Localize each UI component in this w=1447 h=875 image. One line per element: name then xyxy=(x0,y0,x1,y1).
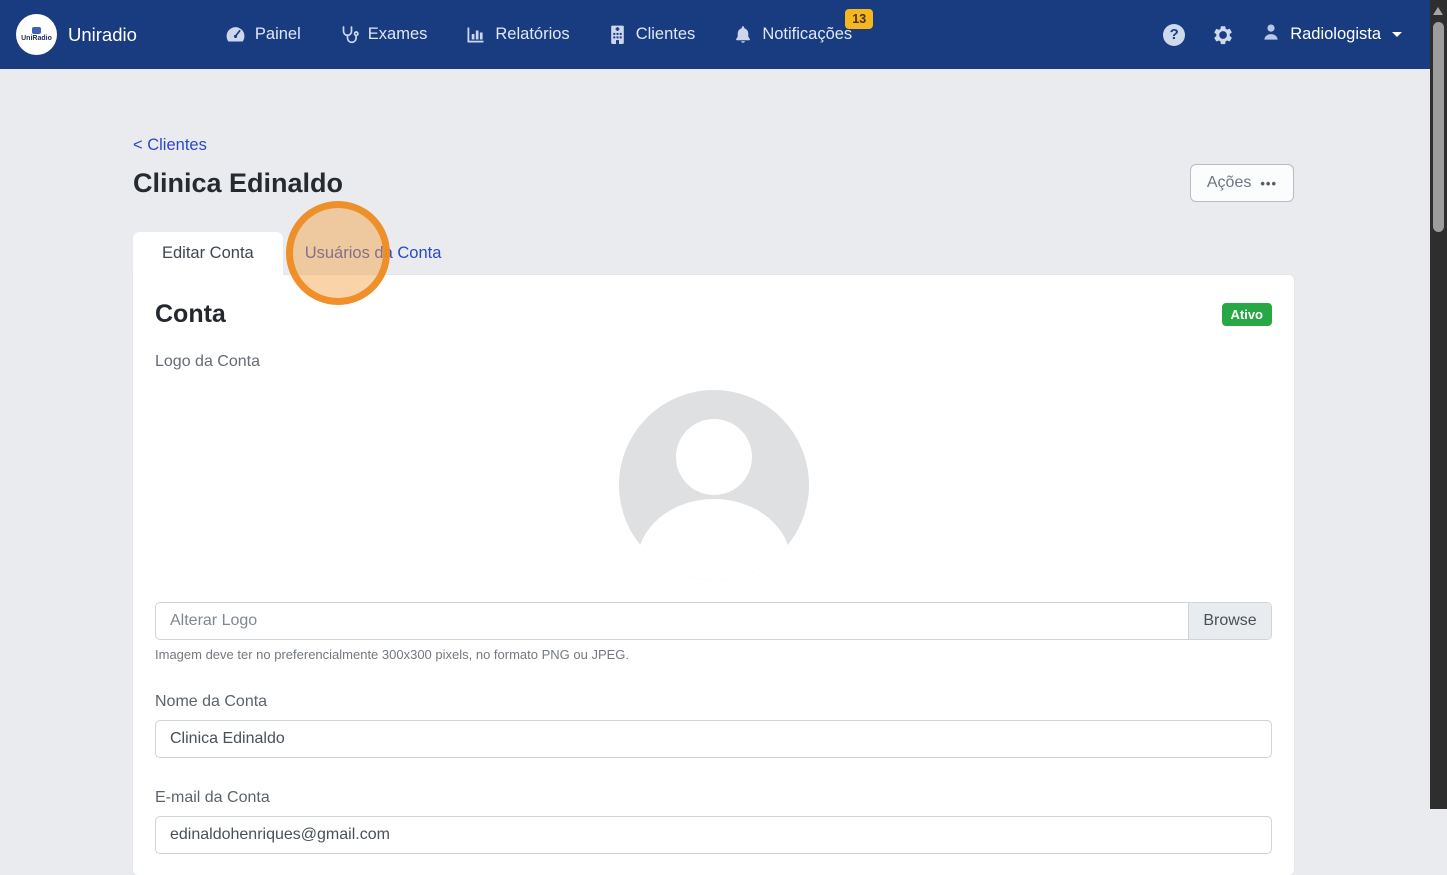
nav-label: Exames xyxy=(368,25,428,44)
nav-label: Clientes xyxy=(636,25,696,44)
nav-item-exames[interactable]: Exames xyxy=(339,24,428,45)
stethoscope-icon xyxy=(339,24,359,45)
nav-label: Relatórios xyxy=(495,25,569,44)
nav-label: Notificações 13 xyxy=(762,25,852,44)
account-card: Conta Ativo Logo da Conta Browse Imagem … xyxy=(133,275,1294,875)
avatar-body-icon xyxy=(637,499,791,580)
field-nome-da-conta: Nome da Conta xyxy=(155,693,1272,758)
nav-item-painel[interactable]: Painel xyxy=(225,24,301,45)
chevron-down-icon xyxy=(1392,32,1402,37)
scrollbar-thumb[interactable] xyxy=(1433,22,1444,232)
logo-file-input-group: Browse xyxy=(155,602,1272,640)
nav-label: Painel xyxy=(255,25,301,44)
page-title: Clinica Edinaldo xyxy=(133,168,343,199)
alterar-logo-input[interactable] xyxy=(156,603,1188,639)
scroll-up-arrow-icon[interactable] xyxy=(1433,7,1443,15)
user-icon xyxy=(1261,22,1281,47)
breadcrumb-back-link[interactable]: < Clientes xyxy=(133,136,207,155)
hospital-icon xyxy=(608,24,627,45)
card-title: Conta xyxy=(155,300,226,329)
uniradio-logo-icon: UniRadio xyxy=(16,14,57,55)
tab-bar: Editar Conta Usuários da Conta xyxy=(133,232,1294,275)
actions-button[interactable]: Ações ••• xyxy=(1190,164,1294,202)
help-icon[interactable]: ? xyxy=(1163,24,1185,46)
nav-item-notificacoes[interactable]: Notificações 13 xyxy=(733,24,852,45)
bar-chart-icon xyxy=(465,25,486,45)
top-navbar: UniRadio Uniradio Painel Exames Relatóri… xyxy=(0,0,1447,69)
ellipsis-icon: ••• xyxy=(1260,177,1277,190)
logo-label: Logo da Conta xyxy=(155,353,1272,371)
user-name: Radiologista xyxy=(1290,25,1381,44)
logo-mark-icon xyxy=(32,27,41,34)
avatar-head-icon xyxy=(676,419,752,495)
nome-da-conta-input[interactable] xyxy=(155,720,1272,758)
email-da-conta-input[interactable] xyxy=(155,816,1272,854)
browse-button[interactable]: Browse xyxy=(1188,603,1271,639)
field-email-da-conta: E-mail da Conta xyxy=(155,789,1272,854)
account-logo-placeholder xyxy=(619,390,809,580)
logo-helper-text: Imagem deve ter no preferencialmente 300… xyxy=(155,647,1272,662)
settings-gear-icon[interactable] xyxy=(1212,24,1234,46)
page-content: < Clientes Clinica Edinaldo Ações ••• Ed… xyxy=(133,69,1294,875)
status-badge: Ativo xyxy=(1222,303,1273,326)
nav-right: ? Radiologista xyxy=(1163,22,1402,47)
tab-editar-conta[interactable]: Editar Conta xyxy=(133,232,283,275)
tab-usuarios-da-conta[interactable]: Usuários da Conta xyxy=(283,232,464,275)
brand[interactable]: UniRadio Uniradio xyxy=(16,14,137,55)
vertical-scrollbar[interactable] xyxy=(1430,0,1447,809)
field-label: E-mail da Conta xyxy=(155,789,1272,807)
tachometer-icon xyxy=(225,24,246,45)
bell-icon xyxy=(733,24,753,45)
brand-name: Uniradio xyxy=(68,24,137,46)
nav-item-relatorios[interactable]: Relatórios xyxy=(465,25,569,45)
field-label: Nome da Conta xyxy=(155,693,1272,711)
nav-items: Painel Exames Relatórios Clientes N xyxy=(225,24,852,45)
nav-item-clientes[interactable]: Clientes xyxy=(608,24,696,45)
notification-count-badge: 13 xyxy=(845,9,873,29)
user-menu[interactable]: Radiologista xyxy=(1261,22,1402,47)
